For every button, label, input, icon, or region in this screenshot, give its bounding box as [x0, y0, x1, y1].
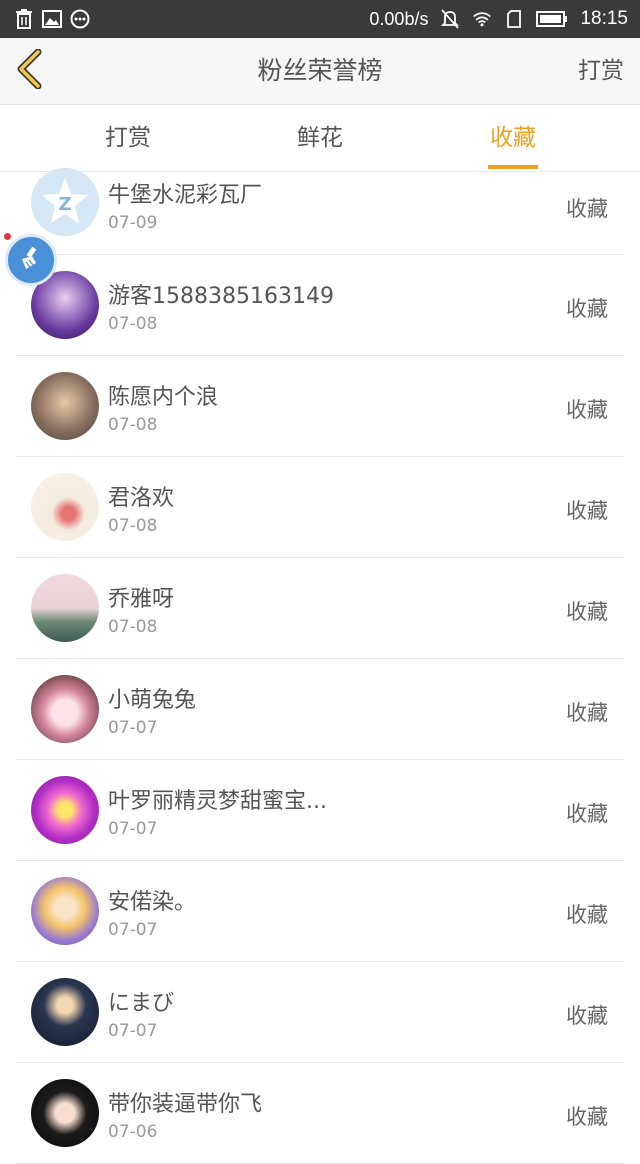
fan-action: 收藏 — [566, 1004, 608, 1028]
list-item[interactable]: 游客1588385163149 07-08 收藏 — [16, 255, 624, 356]
fan-action: 收藏 — [566, 600, 608, 624]
list-item[interactable]: にまび 07-07 收藏 — [16, 962, 624, 1063]
image-icon — [42, 9, 62, 29]
tab-flowers[interactable]: 鲜花 — [250, 105, 390, 171]
status-bar: 0.00b/s 18:15 — [0, 0, 640, 38]
fan-name: 小萌兔兔 — [108, 688, 197, 713]
tab-favorites[interactable]: 收藏 — [443, 105, 583, 171]
reward-button[interactable]: 打赏 — [578, 38, 624, 104]
list-item[interactable]: 带你装逼带你飞 07-06 收藏 — [16, 1063, 624, 1164]
fan-action: 收藏 — [566, 197, 608, 221]
fan-date: 07-07 — [108, 819, 158, 839]
trash-icon — [14, 9, 34, 29]
fan-date: 07-08 — [108, 314, 158, 334]
mute-icon — [440, 9, 460, 29]
avatar — [31, 675, 99, 743]
fan-date: 07-07 — [108, 920, 158, 940]
title-bar: 粉丝荣誉榜 打赏 — [0, 38, 640, 105]
fan-name: 陈愿内个浪 — [108, 385, 219, 410]
fan-name: 乔雅呀 — [108, 587, 175, 612]
fan-name: 君洛欢 — [108, 486, 175, 511]
list-item[interactable]: 安偌染。 07-07 收藏 — [16, 861, 624, 962]
avatar — [31, 978, 99, 1046]
battery-icon — [536, 9, 568, 29]
list-item[interactable]: 小萌兔兔 07-07 收藏 — [16, 659, 624, 760]
fan-name: 带你装逼带你飞 — [108, 1092, 263, 1117]
floating-cleaner-button[interactable] — [5, 234, 57, 286]
list-item[interactable]: 乔雅呀 07-08 收藏 — [16, 558, 624, 659]
tab-reward[interactable]: 打赏 — [58, 105, 198, 171]
fan-action: 收藏 — [566, 499, 608, 523]
avatar: Z — [31, 168, 99, 236]
sim-icon — [504, 9, 524, 29]
list-item[interactable]: 陈愿内个浪 07-08 收藏 — [16, 356, 624, 457]
fan-date: 07-07 — [108, 1021, 158, 1041]
avatar — [31, 877, 99, 945]
fan-name: 安偌染。 — [108, 890, 197, 915]
fan-action: 收藏 — [566, 802, 608, 826]
list-item[interactable]: 叶罗丽精灵梦甜蜜宝... 07-07 收藏 — [16, 760, 624, 861]
net-speed: 0.00b/s — [369, 8, 429, 29]
active-tab-indicator — [488, 165, 538, 169]
fan-action: 收藏 — [566, 903, 608, 927]
fan-date: 07-08 — [108, 415, 158, 435]
fan-date: 07-06 — [108, 1122, 158, 1142]
notification-dot — [4, 233, 11, 240]
svg-text:Z: Z — [58, 194, 71, 215]
fan-name: にまび — [108, 991, 175, 1016]
fan-date: 07-07 — [108, 718, 158, 738]
fan-date: 07-08 — [108, 617, 158, 637]
list-item[interactable]: 君洛欢 07-08 收藏 — [16, 457, 624, 558]
fan-action: 收藏 — [566, 297, 608, 321]
broom-icon — [18, 245, 44, 275]
fan-action: 收藏 — [566, 1105, 608, 1129]
fan-date: 07-08 — [108, 516, 158, 536]
avatar — [31, 574, 99, 642]
more-icon — [70, 9, 90, 29]
tab-bar: 打赏 鲜花 收藏 — [0, 105, 640, 172]
avatar — [31, 776, 99, 844]
fan-name: 叶罗丽精灵梦甜蜜宝... — [108, 789, 327, 814]
fan-action: 收藏 — [566, 398, 608, 422]
avatar — [31, 372, 99, 440]
fan-name: 游客1588385163149 — [108, 284, 334, 309]
list-item[interactable]: Z 牛堡水泥彩瓦厂 07-09 收藏 — [16, 168, 624, 255]
fan-date: 07-09 — [108, 213, 158, 233]
avatar — [31, 473, 99, 541]
wifi-icon — [472, 9, 492, 29]
page-title: 粉丝荣誉榜 — [257, 56, 383, 85]
fan-action: 收藏 — [566, 701, 608, 725]
avatar — [31, 1079, 99, 1147]
fan-name: 牛堡水泥彩瓦厂 — [108, 183, 263, 208]
clock: 18:15 — [580, 8, 628, 29]
fan-list: Z 牛堡水泥彩瓦厂 07-09 收藏 游客1588385163149 07-08… — [0, 168, 640, 1164]
